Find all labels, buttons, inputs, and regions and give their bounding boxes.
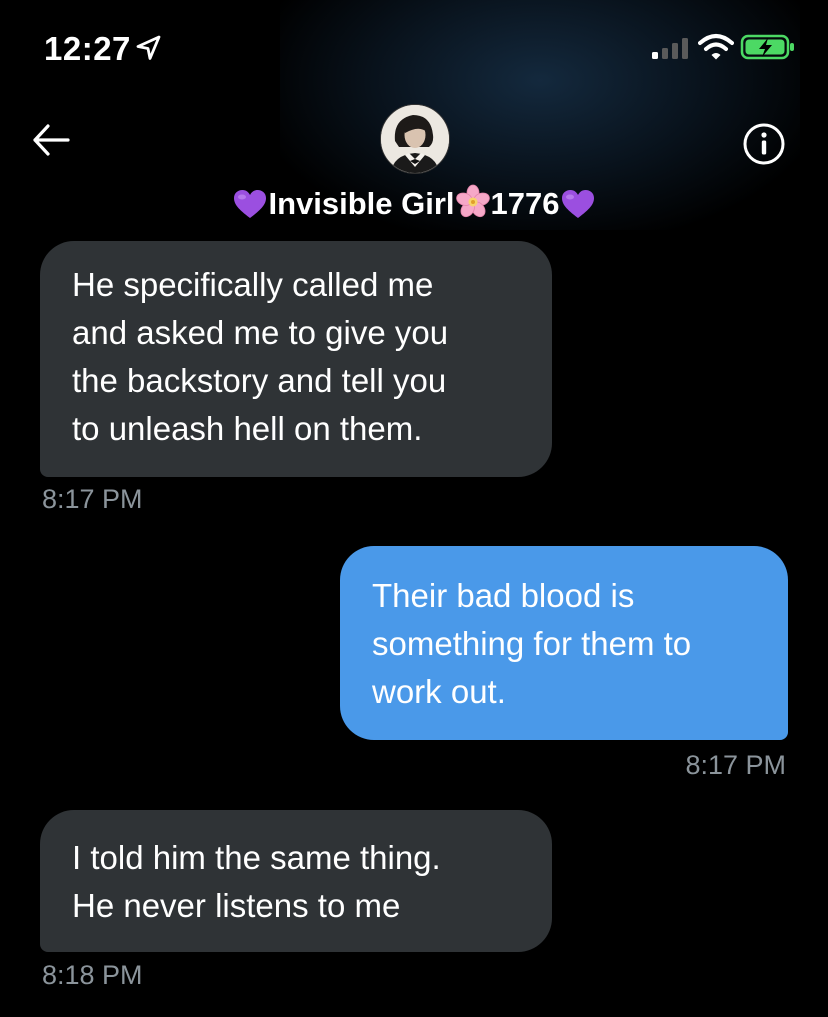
message-text-line: I told him the same thing. bbox=[72, 839, 441, 876]
arrow-left-icon bbox=[33, 124, 70, 156]
message-bubble-incoming[interactable]: He specifically called me and asked me t… bbox=[40, 241, 552, 477]
back-button[interactable] bbox=[30, 120, 72, 160]
message-text-line: Their bad blood is bbox=[372, 577, 635, 614]
message-timestamp: 8:17 PM bbox=[42, 484, 143, 514]
contact-name-text: Invisible Girl bbox=[268, 186, 455, 221]
message-timestamp: 8:18 PM bbox=[42, 960, 143, 990]
message-bubble-incoming[interactable]: I told him the same thing. He never list… bbox=[40, 810, 552, 952]
info-button[interactable] bbox=[742, 122, 786, 166]
profile-photo bbox=[381, 105, 449, 173]
purple-heart-emoji bbox=[234, 190, 267, 218]
message-text-line: to unleash hell on them. bbox=[72, 410, 423, 447]
battery-charging-icon bbox=[740, 34, 794, 60]
message-text-line: and asked me to give you bbox=[72, 314, 449, 351]
message-bubble-outgoing[interactable]: Their bad blood is something for them to… bbox=[340, 546, 788, 740]
cherry-blossom-emoji bbox=[455, 184, 490, 218]
wifi-icon bbox=[698, 34, 734, 60]
message-text-line: something for them to bbox=[372, 625, 692, 662]
purple-heart-emoji bbox=[561, 190, 594, 218]
message-text-line: work out. bbox=[372, 673, 506, 710]
info-icon bbox=[743, 123, 785, 165]
location-arrow-icon bbox=[136, 35, 161, 60]
message-text-line: He specifically called me bbox=[72, 266, 434, 303]
message-text-line: the backstory and tell you bbox=[72, 362, 447, 399]
avatar[interactable] bbox=[380, 104, 450, 174]
message-text-line: He never listens to me bbox=[72, 887, 401, 924]
contact-name[interactable]: Invisible Girl 1776 bbox=[0, 184, 828, 222]
status-time: 12:27 bbox=[44, 30, 131, 67]
contact-number-text: 1776 bbox=[490, 186, 560, 221]
cellular-signal-icon bbox=[652, 38, 688, 59]
message-timestamp: 8:17 PM bbox=[685, 750, 786, 780]
